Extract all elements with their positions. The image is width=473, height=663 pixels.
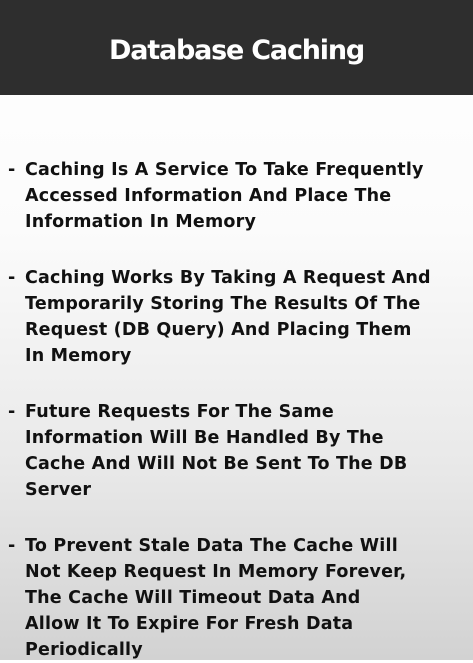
bullet-item: - Caching Works By Taking A Request And … [8, 265, 470, 369]
bullet-line: Periodically [25, 640, 143, 660]
bullet-line: Future Requests For The Same [25, 402, 334, 422]
bullet-line: Cache And Will Not Be Sent To The DB [25, 454, 408, 474]
bullet-item: - To Prevent Stale Data The Cache Will N… [8, 533, 470, 663]
bullet-item: - Caching Is A Service To Take Frequentl… [8, 157, 470, 235]
bullet-line: Information Will Be Handled By The [25, 428, 384, 448]
bullet-list: - Caching Is A Service To Take Frequentl… [8, 157, 470, 663]
bullet-line: Temporarily Storing The Results Of The [25, 294, 421, 314]
bullet-line: Accessed Information And Place The [25, 186, 392, 206]
bullet-line: The Cache Will Timeout Data And [25, 588, 361, 608]
bullet-marker: - [8, 402, 16, 422]
bullet-text: To Prevent Stale Data The Cache Will Not… [25, 533, 470, 663]
title-bar: Database Caching [0, 0, 473, 95]
bullet-line: Caching Works By Taking A Request And [25, 268, 431, 288]
bullet-text: Caching Is A Service To Take Frequently … [25, 157, 470, 235]
bullet-line: Not Keep Request In Memory Forever, [25, 562, 407, 582]
bullet-item: - Future Requests For The Same Informati… [8, 399, 470, 503]
bullet-line: Allow It To Expire For Fresh Data [25, 614, 354, 634]
bullet-line: Request (DB Query) And Placing Them [25, 320, 412, 340]
slide: Database Caching - Caching Is A Service … [0, 0, 473, 660]
bullet-line: To Prevent Stale Data The Cache Will [25, 536, 398, 556]
bullet-line: In Memory [25, 346, 132, 366]
bullet-marker: - [8, 268, 16, 288]
bullet-line: Information In Memory [25, 212, 257, 232]
bullet-text: Caching Works By Taking A Request And Te… [25, 265, 470, 369]
bullet-marker: - [8, 160, 16, 180]
bullet-marker: - [8, 536, 16, 556]
slide-title: Database Caching [109, 35, 365, 66]
bullet-line: Caching Is A Service To Take Frequently [25, 160, 424, 180]
bullet-text: Future Requests For The Same Information… [25, 399, 470, 503]
bullet-line: Server [25, 480, 92, 500]
